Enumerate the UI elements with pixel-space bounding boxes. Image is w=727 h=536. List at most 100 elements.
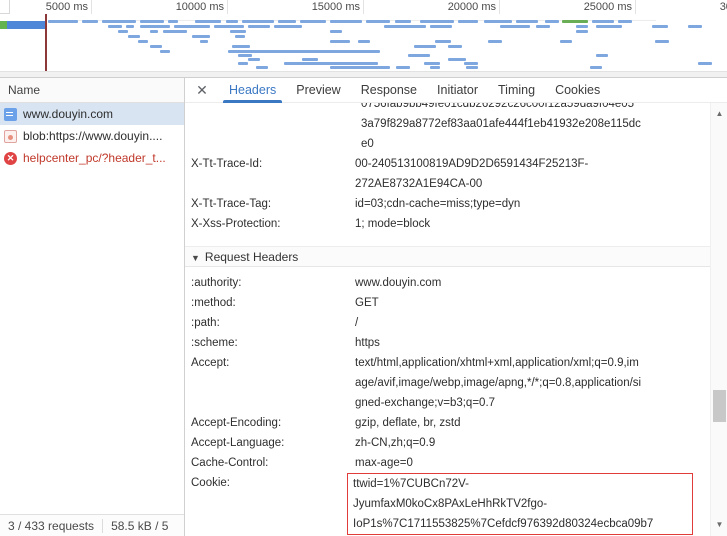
header-key: :path: bbox=[185, 313, 355, 333]
header-row: :scheme:https bbox=[185, 333, 710, 353]
request-label: www.douyin.com bbox=[23, 107, 113, 121]
tab-preview[interactable]: Preview bbox=[286, 78, 350, 103]
waterfall-bar bbox=[562, 20, 588, 23]
tab-timing[interactable]: Timing bbox=[488, 78, 545, 103]
header-key: Cookie: bbox=[185, 473, 355, 535]
request-row[interactable]: www.douyin.com bbox=[0, 103, 184, 125]
waterfall-bar bbox=[274, 25, 302, 28]
transfer-size: 58.5 kB / 5 bbox=[111, 519, 168, 533]
waterfall-bar bbox=[195, 20, 221, 23]
waterfall-bar bbox=[330, 20, 362, 23]
waterfall-bar bbox=[108, 25, 122, 28]
waterfall-bar bbox=[384, 25, 426, 28]
header-row: X-Xss-Protection:1; mode=block bbox=[185, 214, 710, 234]
waterfall-bar bbox=[150, 30, 158, 33]
waterfall-bar bbox=[448, 58, 466, 61]
scroll-up-icon[interactable]: ▲ bbox=[711, 107, 727, 121]
request-headers-section-toggle[interactable]: ▼Request Headers bbox=[185, 246, 710, 267]
waterfall-bar bbox=[126, 25, 134, 28]
waterfall-bar bbox=[488, 40, 502, 43]
waterfall-bar bbox=[302, 58, 318, 61]
details-tab-bar: ✕ HeadersPreviewResponseInitiatorTimingC… bbox=[185, 78, 727, 103]
header-key: X-Tt-Trace-Tag: bbox=[185, 194, 355, 214]
header-key: X-Tt-Trace-Id: bbox=[185, 154, 355, 194]
waterfall-bar bbox=[545, 20, 559, 23]
header-value: zh-CN,zh;q=0.9 bbox=[355, 433, 687, 453]
header-row: Accept-Language:zh-CN,zh;q=0.9 bbox=[185, 433, 710, 453]
waterfall-bar bbox=[330, 30, 342, 33]
tab-cookies[interactable]: Cookies bbox=[545, 78, 610, 103]
header-key: Accept-Encoding: bbox=[185, 413, 355, 433]
network-overview[interactable]: 5000 ms10000 ms15000 ms20000 ms25000 ms3… bbox=[0, 0, 727, 78]
clipped-header-value: 0756fab9bb49fe01cdb26292c26c00f12a59da9f… bbox=[361, 103, 693, 154]
request-row[interactable]: ✕helpcenter_pc/?header_t... bbox=[0, 147, 184, 169]
waterfall-bar bbox=[330, 40, 350, 43]
status-separator bbox=[102, 519, 103, 533]
tab-response[interactable]: Response bbox=[351, 78, 427, 103]
devtools-network-panel: 5000 ms10000 ms15000 ms20000 ms25000 ms3… bbox=[0, 0, 727, 536]
header-row: Accept:text/html,application/xhtml+xml,a… bbox=[185, 353, 710, 413]
header-key: Accept: bbox=[185, 353, 355, 413]
details-scrollbar[interactable]: ▲ ▼ bbox=[710, 103, 727, 536]
image-icon bbox=[4, 130, 17, 143]
header-value: / bbox=[355, 313, 687, 333]
waterfall-bar bbox=[414, 45, 436, 48]
waterfall-bar bbox=[168, 20, 178, 23]
waterfall-bar bbox=[226, 20, 238, 23]
waterfall-bar bbox=[248, 25, 270, 28]
tab-initiator[interactable]: Initiator bbox=[427, 78, 488, 103]
tab-headers[interactable]: Headers bbox=[219, 78, 286, 103]
header-key: :scheme: bbox=[185, 333, 355, 353]
waterfall-bar bbox=[140, 25, 170, 28]
waterfall-bar bbox=[192, 35, 210, 38]
header-value: 1; mode=block bbox=[355, 214, 687, 234]
timeline-tick-label: 25000 ms bbox=[562, 1, 632, 13]
request-row[interactable]: blob:https://www.douyin.... bbox=[0, 125, 184, 147]
header-value: ttwid=1%7CUBCn72V- JyumfaxM0koCx8PAxLeHh… bbox=[353, 478, 653, 530]
header-value: text/html,application/xhtml+xml,applicat… bbox=[355, 353, 687, 413]
waterfall-bar bbox=[300, 20, 326, 23]
header-row: Cookie:ttwid=1%7CUBCn72V- JyumfaxM0koCx8… bbox=[185, 473, 710, 535]
close-icon[interactable]: ✕ bbox=[195, 82, 209, 99]
overview-footer-strip bbox=[0, 71, 727, 77]
header-key: Cache-Control: bbox=[185, 453, 355, 473]
name-column-header[interactable]: Name bbox=[0, 78, 184, 103]
waterfall-bar bbox=[536, 25, 550, 28]
waterfall-bar bbox=[435, 40, 451, 43]
header-key: Accept-Language: bbox=[185, 433, 355, 453]
timeline-tick-label: 30000 ms bbox=[698, 1, 727, 13]
waterfall-bar bbox=[576, 25, 588, 28]
error-icon: ✕ bbox=[4, 152, 17, 165]
waterfall-bar bbox=[48, 20, 78, 23]
waterfall-bar bbox=[138, 40, 148, 43]
header-key: X-Xss-Protection: bbox=[185, 214, 355, 234]
scrollbar-thumb[interactable] bbox=[713, 390, 726, 422]
header-row: Cache-Control:max-age=0 bbox=[185, 453, 710, 473]
waterfall-bar bbox=[396, 66, 410, 69]
waterfall-bar bbox=[228, 50, 380, 53]
waterfall-bar bbox=[464, 62, 478, 65]
waterfall-bar bbox=[128, 35, 140, 38]
scroll-down-icon[interactable]: ▼ bbox=[711, 518, 727, 532]
headers-content: 0756fab9bb49fe01cdb26292c26c00f12a59da9f… bbox=[185, 103, 727, 536]
header-value: www.douyin.com bbox=[355, 273, 687, 293]
waterfall-bar bbox=[248, 58, 260, 61]
waterfall-bar bbox=[408, 54, 430, 57]
waterfall-minimap[interactable] bbox=[0, 14, 727, 72]
overview-corner bbox=[0, 0, 10, 14]
waterfall-bar bbox=[232, 45, 250, 48]
header-key: :authority: bbox=[185, 273, 355, 293]
status-bar: 3 / 433 requests 58.5 kB / 5 bbox=[0, 514, 184, 536]
header-row: :authority:www.douyin.com bbox=[185, 273, 710, 293]
waterfall-bar bbox=[238, 54, 252, 57]
waterfall-bar bbox=[424, 62, 440, 65]
waterfall-bar bbox=[592, 20, 614, 23]
waterfall-bar bbox=[242, 20, 274, 23]
waterfall-bar bbox=[448, 45, 462, 48]
waterfall-bar bbox=[420, 20, 454, 23]
header-key: :method: bbox=[185, 293, 355, 313]
selected-request-bar bbox=[0, 21, 45, 29]
waterfall-bar bbox=[484, 20, 512, 23]
waterfall-bar bbox=[330, 66, 390, 69]
waterfall-bar bbox=[235, 35, 245, 38]
